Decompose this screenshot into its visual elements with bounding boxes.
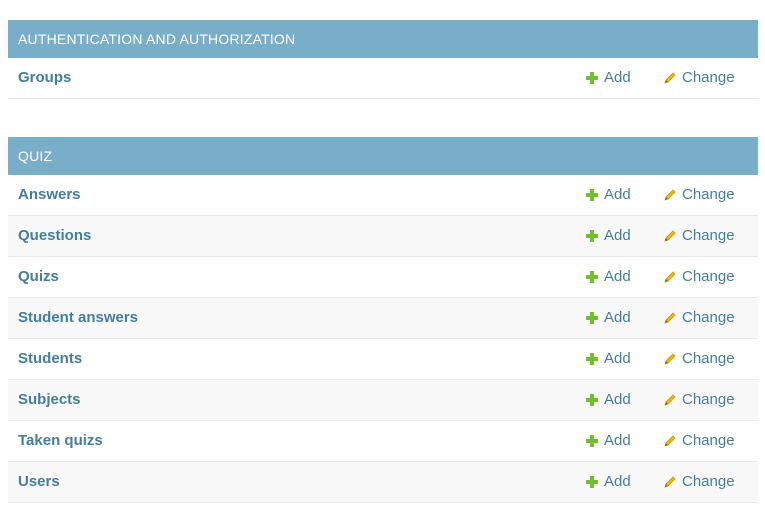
module-header-quiz: QUIZ — [8, 137, 758, 175]
change-label: Change — [682, 473, 735, 490]
table-row: Groups Add Change — [8, 58, 758, 99]
change-groups-button[interactable]: Change — [663, 58, 735, 98]
plus-icon — [585, 229, 599, 243]
change-users-button[interactable]: Change — [663, 462, 735, 502]
pencil-icon — [663, 434, 677, 448]
add-label: Add — [604, 186, 631, 203]
plus-icon — [585, 71, 599, 85]
plus-icon — [585, 393, 599, 407]
admin-index: AUTHENTICATION AND AUTHORIZATION Groups … — [0, 0, 765, 525]
add-student-answers-button[interactable]: Add — [585, 298, 631, 338]
add-label: Add — [604, 309, 631, 326]
change-label: Change — [682, 227, 735, 244]
add-label: Add — [604, 350, 631, 367]
model-link-subjects[interactable]: Subjects — [18, 380, 81, 420]
plus-icon — [585, 188, 599, 202]
table-row: Taken quizs Add Change — [8, 421, 758, 462]
table-row: Answers Add Change — [8, 175, 758, 216]
model-link-users[interactable]: Users — [18, 462, 60, 502]
table-row: Subjects Add Change — [8, 380, 758, 421]
module-header-auth: AUTHENTICATION AND AUTHORIZATION — [8, 20, 758, 58]
add-subjects-button[interactable]: Add — [585, 380, 631, 420]
table-row: Students Add Change — [8, 339, 758, 380]
model-link-students[interactable]: Students — [18, 339, 82, 379]
change-students-button[interactable]: Change — [663, 339, 735, 379]
table-row: Users Add Change — [8, 462, 758, 503]
pencil-icon — [663, 352, 677, 366]
change-label: Change — [682, 268, 735, 285]
model-link-questions[interactable]: Questions — [18, 216, 91, 256]
pencil-icon — [663, 270, 677, 284]
add-label: Add — [604, 391, 631, 408]
change-subjects-button[interactable]: Change — [663, 380, 735, 420]
plus-icon — [585, 270, 599, 284]
change-questions-button[interactable]: Change — [663, 216, 735, 256]
change-student-answers-button[interactable]: Change — [663, 298, 735, 338]
add-groups-button[interactable]: Add — [585, 58, 631, 98]
change-label: Change — [682, 432, 735, 449]
change-label: Change — [682, 309, 735, 326]
change-label: Change — [682, 391, 735, 408]
model-link-quizs[interactable]: Quizs — [18, 257, 59, 297]
plus-icon — [585, 434, 599, 448]
add-questions-button[interactable]: Add — [585, 216, 631, 256]
module-quiz: QUIZ Answers Add Change Questions Add Ch… — [8, 137, 758, 503]
add-quizs-button[interactable]: Add — [585, 257, 631, 297]
model-link-answers[interactable]: Answers — [18, 175, 81, 215]
add-label: Add — [604, 473, 631, 490]
model-link-groups[interactable]: Groups — [18, 58, 71, 98]
change-taken-quizs-button[interactable]: Change — [663, 421, 735, 461]
add-label: Add — [604, 432, 631, 449]
model-link-taken-quizs[interactable]: Taken quizs — [18, 421, 103, 461]
table-row: Quizs Add Change — [8, 257, 758, 298]
model-link-student-answers[interactable]: Student answers — [18, 298, 138, 338]
plus-icon — [585, 475, 599, 489]
pencil-icon — [663, 188, 677, 202]
pencil-icon — [663, 71, 677, 85]
add-users-button[interactable]: Add — [585, 462, 631, 502]
add-answers-button[interactable]: Add — [585, 175, 631, 215]
add-students-button[interactable]: Add — [585, 339, 631, 379]
plus-icon — [585, 352, 599, 366]
change-quizs-button[interactable]: Change — [663, 257, 735, 297]
plus-icon — [585, 311, 599, 325]
change-label: Change — [682, 350, 735, 367]
table-row: Student answers Add Change — [8, 298, 758, 339]
module-auth: AUTHENTICATION AND AUTHORIZATION Groups … — [8, 20, 758, 99]
add-label: Add — [604, 227, 631, 244]
pencil-icon — [663, 229, 677, 243]
change-label: Change — [682, 186, 735, 203]
pencil-icon — [663, 475, 677, 489]
pencil-icon — [663, 393, 677, 407]
pencil-icon — [663, 311, 677, 325]
change-label: Change — [682, 69, 735, 86]
add-label: Add — [604, 69, 631, 86]
add-label: Add — [604, 268, 631, 285]
table-row: Questions Add Change — [8, 216, 758, 257]
change-answers-button[interactable]: Change — [663, 175, 735, 215]
add-taken-quizs-button[interactable]: Add — [585, 421, 631, 461]
